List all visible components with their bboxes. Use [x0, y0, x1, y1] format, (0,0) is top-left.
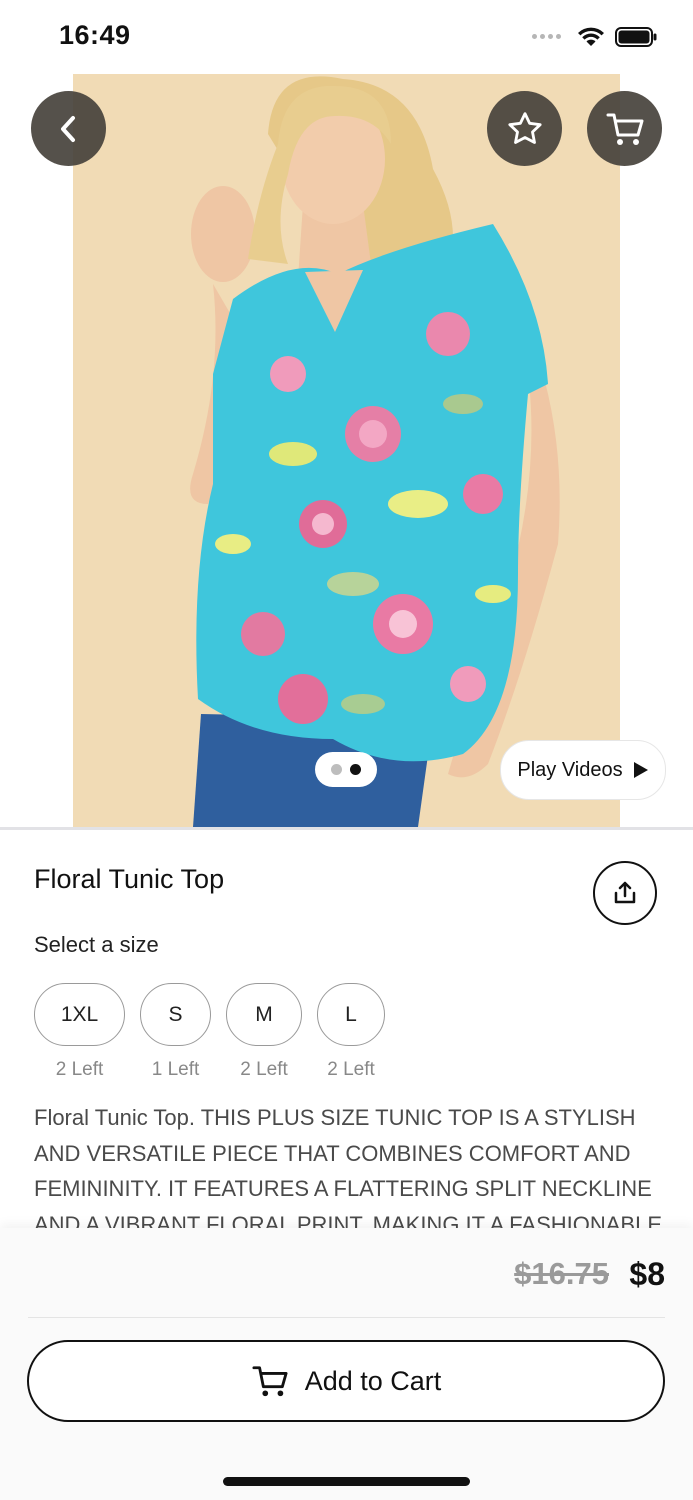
stock-count: 2 Left [327, 1059, 375, 1080]
favorite-button[interactable] [487, 91, 562, 166]
size-button-s[interactable]: S [140, 983, 211, 1046]
gallery-pager[interactable] [315, 752, 377, 787]
original-price: $16.75 [514, 1256, 609, 1291]
pager-dot-active[interactable] [350, 764, 361, 775]
back-button[interactable] [31, 91, 106, 166]
product-gallery[interactable]: Play Videos [0, 74, 693, 827]
cart-icon [252, 1366, 288, 1397]
home-indicator[interactable] [223, 1477, 470, 1486]
pager-dot[interactable] [331, 764, 342, 775]
status-time: 16:49 [59, 20, 131, 50]
share-icon [614, 881, 636, 904]
cellular-dots-icon [532, 34, 561, 39]
stock-count: 2 Left [240, 1059, 288, 1080]
star-icon [507, 111, 542, 144]
battery-icon [615, 26, 657, 47]
size-selector: 1XL 2 Left S 1 Left M 2 Left L 2 Left [34, 983, 385, 1081]
size-option-1xl: 1XL 2 Left [34, 983, 125, 1081]
stock-count: 1 Left [151, 1059, 200, 1080]
size-label: Select a size [34, 932, 159, 957]
play-videos-button[interactable]: Play Videos [500, 740, 666, 800]
size-option-l: L 2 Left [317, 983, 385, 1081]
size-option-m: M 2 Left [226, 983, 302, 1081]
play-videos-label: Play Videos [517, 758, 623, 781]
size-button-m[interactable]: M [226, 983, 302, 1046]
chevron-left-icon [60, 115, 75, 142]
status-bar: 16:49 [0, 0, 693, 74]
share-button[interactable] [593, 861, 657, 925]
product-description: Floral Tunic Top. THIS PLUS SIZE TUNIC T… [34, 1105, 662, 1228]
cart-button[interactable] [587, 91, 662, 166]
product-title: Floral Tunic Top [34, 864, 225, 894]
sale-price: $8 [629, 1256, 665, 1292]
size-button-l[interactable]: L [317, 983, 385, 1046]
stock-count: 2 Left [55, 1059, 104, 1080]
add-to-cart-label: Add to Cart [304, 1365, 442, 1396]
status-icons [532, 26, 657, 47]
wifi-icon [578, 27, 604, 46]
product-photo [73, 74, 620, 827]
divider [0, 827, 693, 830]
size-option-s: S 1 Left [140, 983, 211, 1081]
size-button-1xl[interactable]: 1XL [34, 983, 125, 1046]
cart-icon [606, 113, 643, 145]
play-icon [633, 762, 648, 778]
add-to-cart-button[interactable]: Add to Cart [27, 1340, 665, 1422]
divider [28, 1317, 665, 1318]
